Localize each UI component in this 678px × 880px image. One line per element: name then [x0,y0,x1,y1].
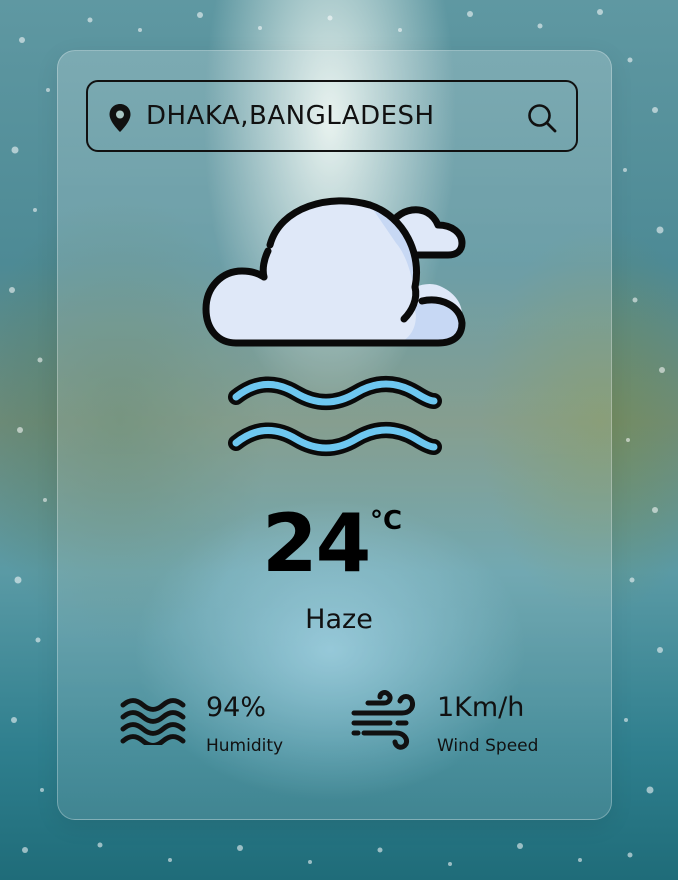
wind-icon [351,690,415,750]
search-bar [86,80,578,152]
wind-speed-label: Wind Speed [437,736,539,756]
weather-condition: Haze [305,604,373,635]
map-pin-icon [109,104,131,132]
city-search-input[interactable] [146,96,506,136]
cloud-haze-icon [202,197,466,456]
temperature-unit: °C [370,506,403,536]
temperature-value: 24 [262,497,371,590]
waves-icon [120,698,186,745]
humidity-value: 94% [206,692,267,723]
wind-speed-value: 1Km/h [437,692,525,723]
humidity-label: Humidity [206,736,284,756]
search-icon[interactable] [526,102,558,134]
